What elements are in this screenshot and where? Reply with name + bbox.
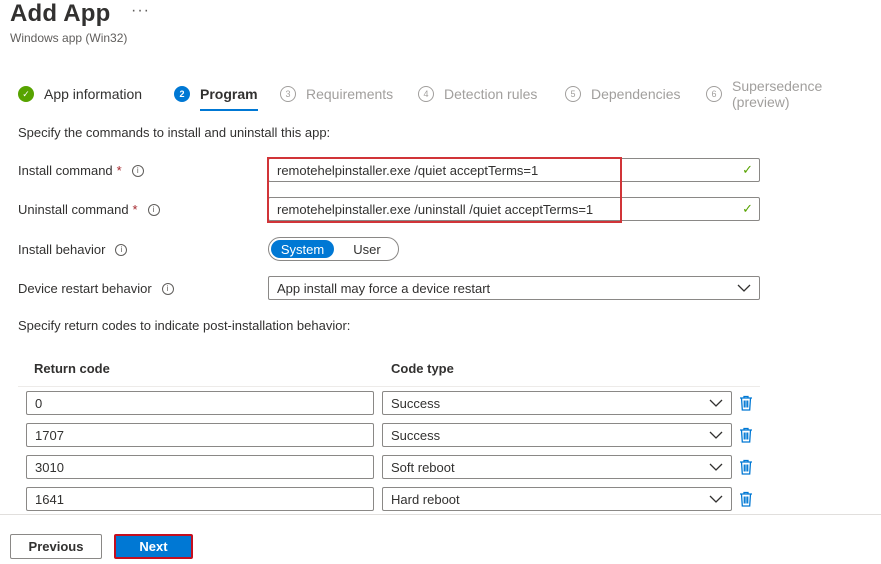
valid-checkmark-icon: ✓	[742, 201, 753, 216]
trash-icon[interactable]	[739, 459, 753, 475]
return-code-input[interactable]: 0	[26, 391, 374, 415]
info-icon[interactable]: i	[147, 203, 160, 216]
code-type-dropdown[interactable]: Success	[382, 391, 732, 415]
trash-icon[interactable]	[739, 395, 753, 411]
chevron-down-icon	[709, 463, 723, 471]
required-marker: *	[132, 202, 138, 217]
step-detection-rules[interactable]: 4 Detection rules	[418, 82, 537, 106]
device-restart-label: Device restart behavior i	[18, 281, 174, 296]
step-program[interactable]: 2 Program	[174, 82, 258, 111]
code-type-value: Soft reboot	[391, 459, 455, 475]
install-behavior-toggle: System User	[268, 237, 399, 261]
info-icon[interactable]: i	[161, 282, 174, 295]
trash-icon[interactable]	[739, 427, 753, 443]
step-supersedence[interactable]: 6 Supersedence (preview)	[706, 78, 881, 110]
code-type-value: Success	[391, 395, 441, 411]
step-number: 4	[418, 86, 434, 102]
checkmark-icon: ✓	[18, 86, 34, 102]
step-requirements[interactable]: 3 Requirements	[280, 82, 393, 106]
footer-divider	[0, 514, 881, 515]
uninstall-command-value: remotehelpinstaller.exe /uninstall /quie…	[277, 201, 594, 217]
install-behavior-label: Install behavior i	[18, 242, 128, 257]
step-number: 2	[174, 86, 190, 102]
page-subtitle: Windows app (Win32)	[10, 31, 128, 45]
column-header-code-type: Code type	[391, 361, 454, 376]
code-type-value: Success	[391, 427, 441, 443]
chevron-down-icon	[709, 495, 723, 503]
device-restart-dropdown[interactable]: App install may force a device restart	[268, 276, 760, 300]
active-step-underline	[200, 109, 258, 111]
uninstall-command-input[interactable]: remotehelpinstaller.exe /uninstall /quie…	[268, 197, 760, 221]
trash-icon[interactable]	[739, 491, 753, 507]
step-app-information[interactable]: ✓ App information	[18, 82, 142, 106]
required-marker: *	[116, 163, 122, 178]
commands-intro: Specify the commands to install and unin…	[18, 125, 331, 140]
code-type-dropdown[interactable]: Hard reboot	[382, 487, 732, 511]
step-label: Program	[200, 86, 258, 102]
device-restart-value: App install may force a device restart	[277, 280, 491, 296]
chevron-down-icon	[709, 431, 723, 439]
install-command-input[interactable]: remotehelpinstaller.exe /quiet acceptTer…	[268, 158, 760, 182]
step-number: 6	[706, 86, 722, 102]
column-header-return-code: Return code	[34, 361, 110, 376]
step-label: Dependencies	[591, 86, 681, 102]
wizard-steps: ✓ App information 2 Program 3 Requiremen…	[18, 78, 881, 111]
info-icon[interactable]: i	[131, 164, 144, 177]
uninstall-command-label: Uninstall command * i	[18, 202, 160, 217]
toggle-option-system[interactable]: System	[271, 240, 334, 258]
code-type-dropdown[interactable]: Success	[382, 423, 732, 447]
previous-button[interactable]: Previous	[10, 534, 102, 559]
step-label: Supersedence (preview)	[732, 78, 823, 110]
page-title: Add App	[10, 0, 111, 27]
more-options-icon[interactable]: ···	[131, 2, 150, 20]
next-button[interactable]: Next	[114, 534, 193, 559]
code-type-value: Hard reboot	[391, 491, 460, 507]
table-header-divider	[18, 386, 760, 387]
step-label: Requirements	[306, 86, 394, 102]
return-code-input[interactable]: 3010	[26, 455, 374, 479]
return-code-input[interactable]: 1641	[26, 487, 374, 511]
toggle-option-user[interactable]: User	[339, 240, 395, 258]
code-type-dropdown[interactable]: Soft reboot	[382, 455, 732, 479]
chevron-down-icon	[709, 399, 723, 407]
install-command-label: Install command * i	[18, 163, 144, 178]
step-number: 3	[280, 86, 296, 102]
return-codes-intro: Specify return codes to indicate post-in…	[18, 318, 351, 333]
info-icon[interactable]: i	[115, 243, 128, 256]
return-code-input[interactable]: 1707	[26, 423, 374, 447]
step-number: 5	[565, 86, 581, 102]
chevron-down-icon	[737, 284, 751, 292]
step-label: App information	[44, 86, 143, 102]
valid-checkmark-icon: ✓	[742, 162, 753, 177]
step-dependencies[interactable]: 5 Dependencies	[565, 82, 681, 106]
step-label: Detection rules	[444, 86, 538, 102]
install-command-value: remotehelpinstaller.exe /quiet acceptTer…	[277, 162, 539, 178]
